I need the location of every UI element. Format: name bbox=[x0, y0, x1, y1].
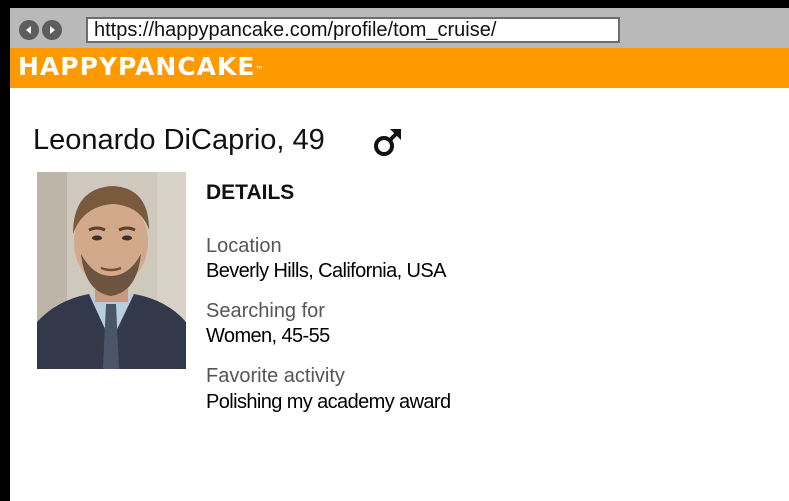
browser-window: https://happypancake.com/profile/tom_cru… bbox=[10, 8, 789, 501]
location-value: Beverly Hills, California, USA bbox=[206, 260, 446, 282]
favorite-activity-label: Favorite activity bbox=[206, 365, 345, 387]
profile-name-age: Leonardo DiCaprio, 49 bbox=[33, 124, 325, 156]
trademark-symbol: ™ bbox=[255, 65, 265, 74]
logo-text: HAPPYPANCAKE bbox=[18, 52, 256, 81]
forward-button[interactable] bbox=[42, 20, 62, 40]
site-logo[interactable]: HAPPYPANCAKE™ bbox=[18, 53, 264, 81]
back-arrow-icon bbox=[26, 26, 31, 34]
location-label: Location bbox=[206, 235, 282, 257]
male-symbol-icon bbox=[374, 129, 401, 156]
favorite-activity-value: Polishing my academy award bbox=[206, 391, 451, 413]
searching-for-label: Searching for bbox=[206, 300, 325, 322]
profile-photo bbox=[37, 172, 186, 369]
browser-toolbar: https://happypancake.com/profile/tom_cru… bbox=[10, 8, 789, 48]
site-header: HAPPYPANCAKE™ bbox=[10, 48, 789, 88]
forward-arrow-icon bbox=[50, 26, 55, 34]
address-bar[interactable]: https://happypancake.com/profile/tom_cru… bbox=[86, 17, 620, 43]
back-button[interactable] bbox=[19, 20, 39, 40]
profile-photo-illustration bbox=[37, 172, 186, 369]
searching-for-value: Women, 45-55 bbox=[206, 325, 330, 347]
details-heading: DETAILS bbox=[206, 181, 295, 204]
